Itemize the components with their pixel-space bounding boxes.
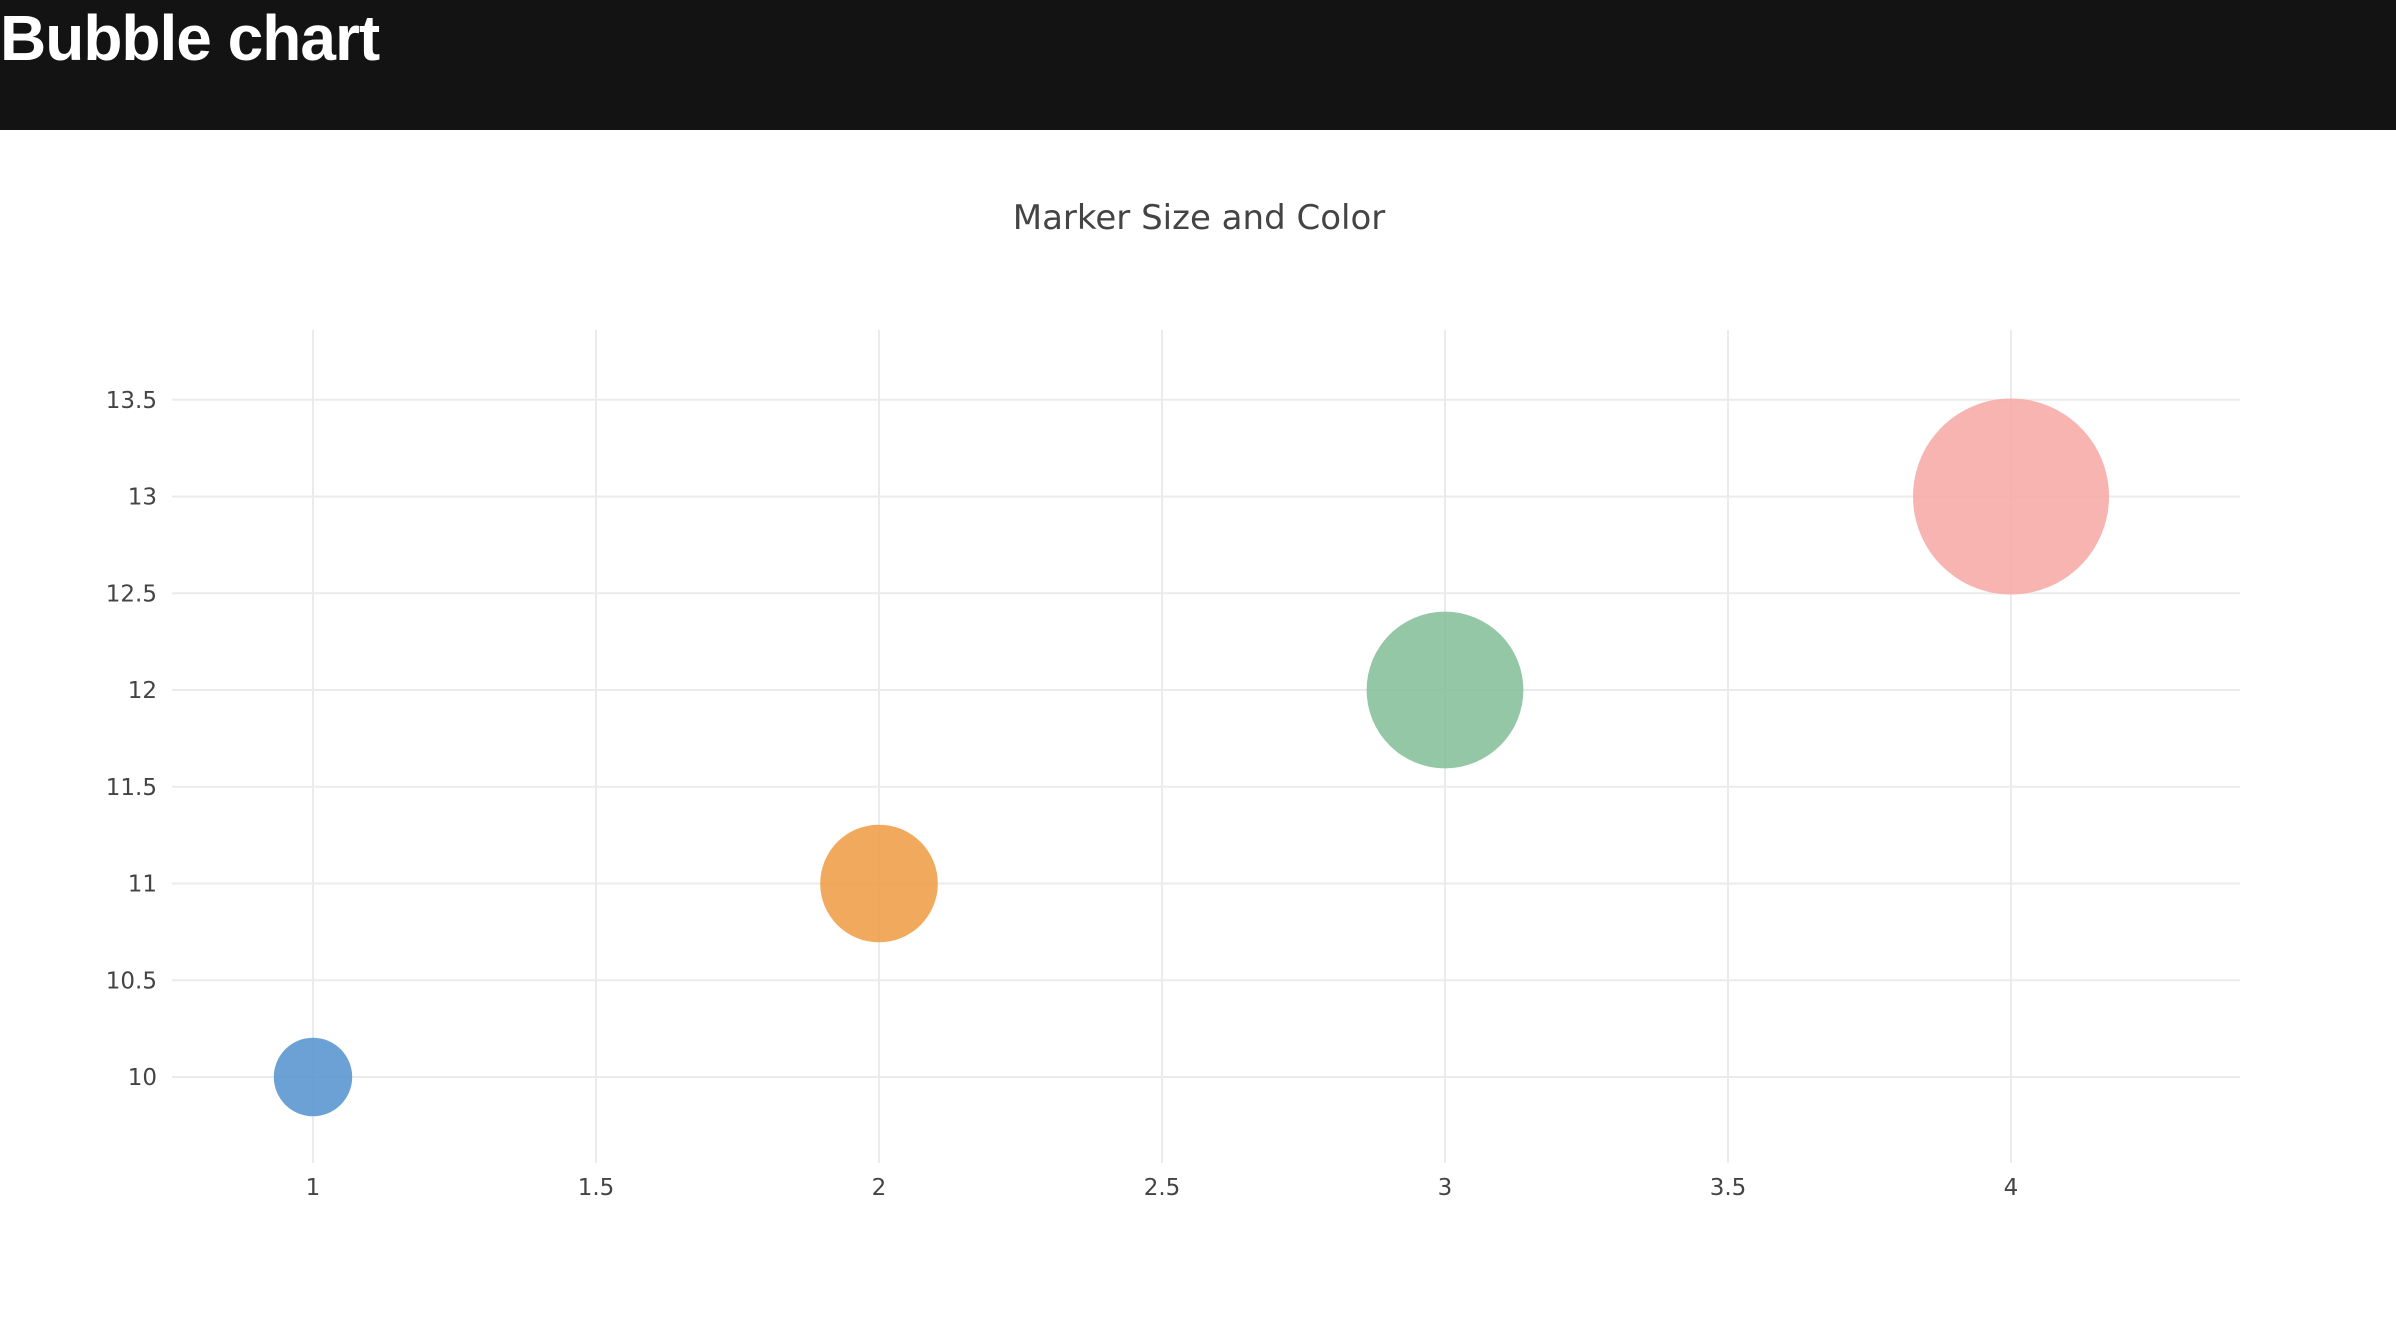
y-tick-label: 13 [128,485,157,511]
y-tick-label: 11 [128,872,157,898]
x-axis-ticks: 1 1.5 2 2.5 3 3.5 4 [306,1175,2019,1201]
x-tick-label: 4 [2004,1175,2019,1201]
y-tick-label: 12 [128,678,157,704]
y-tick-label: 10.5 [106,968,157,994]
bubble-chart: Marker Size and Color 1 1.5 2 2.5 3 3.5 4 1010… [106,198,2240,1201]
bubble-marker[interactable] [1913,398,2109,595]
x-tick-label: 1.5 [578,1175,615,1201]
x-tick-label: 3 [1438,1175,1453,1201]
y-tick-label: 13.5 [106,388,157,414]
y-tick-label: 12.5 [106,581,157,607]
x-tick-label: 2 [872,1175,887,1201]
y-axis-ticks: 10 10.5 11 11.5 12 12.5 13 13.5 [106,388,157,1091]
bubble-marker[interactable] [273,1037,353,1117]
chart-title: Marker Size and Color [1013,198,1385,238]
x-tick-label: 3.5 [1710,1175,1747,1201]
x-tick-label: 2.5 [1144,1175,1181,1201]
marker-layer [273,398,2109,1117]
y-tick-label: 10 [128,1065,157,1091]
bubble-marker[interactable] [820,824,938,943]
x-tick-label: 1 [306,1175,321,1201]
bubble-marker[interactable] [1366,611,1524,769]
y-tick-label: 11.5 [106,775,157,801]
